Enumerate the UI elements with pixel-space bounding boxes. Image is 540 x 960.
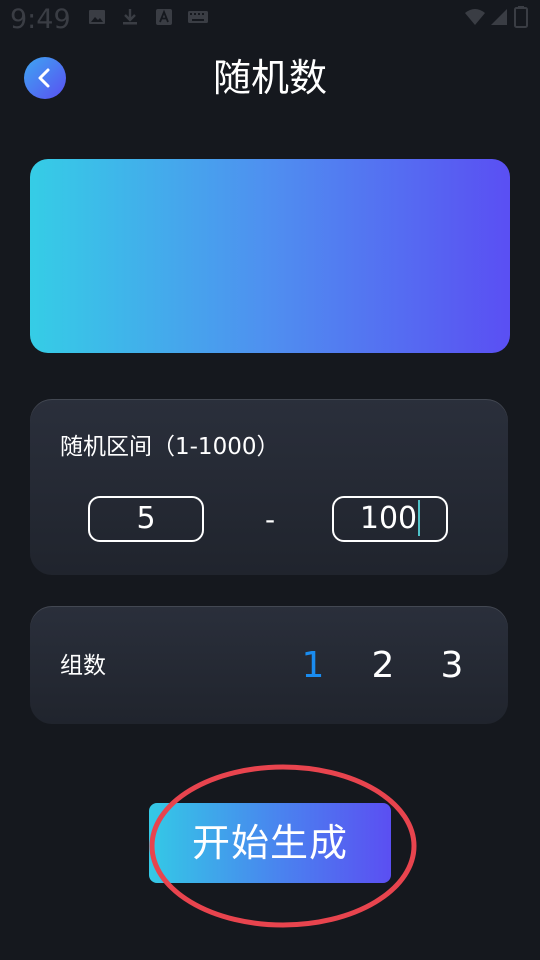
text-cursor <box>418 499 421 536</box>
status-time: 9:49 <box>10 4 71 35</box>
range-card: 随机区间（1-1000） 5 - 100 <box>30 399 508 575</box>
max-value-text: 100 <box>359 501 418 536</box>
page-title: 随机数 <box>212 56 327 100</box>
result-display-panel <box>30 159 510 353</box>
group-count-card: 组数 1 2 3 <box>30 606 508 724</box>
group-option-1[interactable]: 1 <box>293 644 333 688</box>
range-separator: - <box>264 503 276 536</box>
image-icon <box>89 10 105 24</box>
range-label: 随机区间（1-1000） <box>60 434 280 460</box>
group-count-label: 组数 <box>60 653 106 679</box>
wifi-icon <box>465 9 485 25</box>
battery-icon <box>514 6 528 28</box>
signal-icon <box>491 9 507 25</box>
status-bar: 9:49 <box>0 0 540 40</box>
font-icon <box>156 9 172 25</box>
max-value-input[interactable]: 100 <box>332 496 448 542</box>
download-icon <box>123 9 137 25</box>
screen: 9:49 随机数 随机区间（1-1000） 5 - 100 组数 1 2 3 开… <box>0 0 540 960</box>
min-value-input[interactable]: 5 <box>88 496 204 542</box>
group-option-3[interactable]: 3 <box>432 644 472 688</box>
keyboard-icon <box>188 11 208 23</box>
min-value-text: 5 <box>136 501 156 536</box>
group-option-2[interactable]: 2 <box>363 644 403 688</box>
generate-button[interactable]: 开始生成 <box>149 803 391 883</box>
